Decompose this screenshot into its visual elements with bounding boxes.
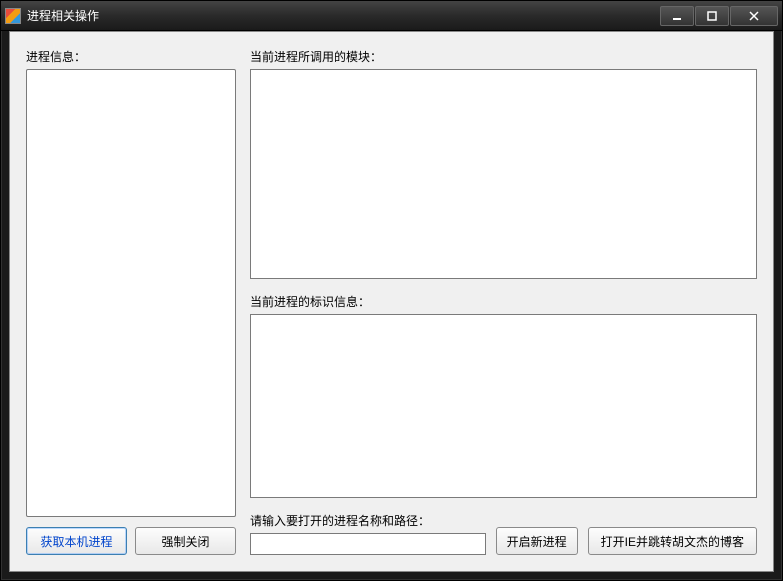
layout: 进程信息： 获取本机进程 强制关闭 当前进程所调用的模块： 当前进程的标识信息：… [26,48,757,555]
app-icon [5,8,21,24]
start-new-process-button[interactable]: 开启新进程 [496,527,578,555]
bottom-row: 请输入要打开的进程名称和路径： 开启新进程 打开IE并跳转胡文杰的博客 [250,512,757,555]
left-buttons-row: 获取本机进程 强制关闭 [26,527,236,555]
client-area: 进程信息： 获取本机进程 强制关闭 当前进程所调用的模块： 当前进程的标识信息：… [9,31,774,572]
process-path-input[interactable] [250,533,486,555]
titlebar[interactable]: 进程相关操作 [1,1,782,31]
path-input-group: 请输入要打开的进程名称和路径： [250,512,486,555]
idinfo-textbox[interactable] [250,314,757,498]
open-ie-blog-button[interactable]: 打开IE并跳转胡文杰的博客 [588,527,757,555]
process-list[interactable] [26,69,236,517]
path-prompt-label: 请输入要打开的进程名称和路径： [250,512,486,529]
right-column: 当前进程所调用的模块： 当前进程的标识信息： 请输入要打开的进程名称和路径： 开… [250,48,757,555]
main-window: 进程相关操作 进程信息： 获取本机进程 强制关闭 [0,0,783,581]
close-button[interactable] [730,6,778,26]
get-local-processes-button[interactable]: 获取本机进程 [26,527,127,555]
window-controls [660,6,778,26]
idinfo-label: 当前进程的标识信息： [250,293,757,310]
minimize-button[interactable] [660,6,694,26]
force-close-button[interactable]: 强制关闭 [135,527,236,555]
minimize-icon [672,11,682,21]
process-info-label: 进程信息： [26,48,236,65]
maximize-button[interactable] [695,6,729,26]
modules-textbox[interactable] [250,69,757,279]
window-title: 进程相关操作 [27,7,660,24]
close-icon [749,11,759,21]
maximize-icon [707,11,717,21]
left-column: 进程信息： 获取本机进程 强制关闭 [26,48,236,555]
modules-label: 当前进程所调用的模块： [250,48,757,65]
